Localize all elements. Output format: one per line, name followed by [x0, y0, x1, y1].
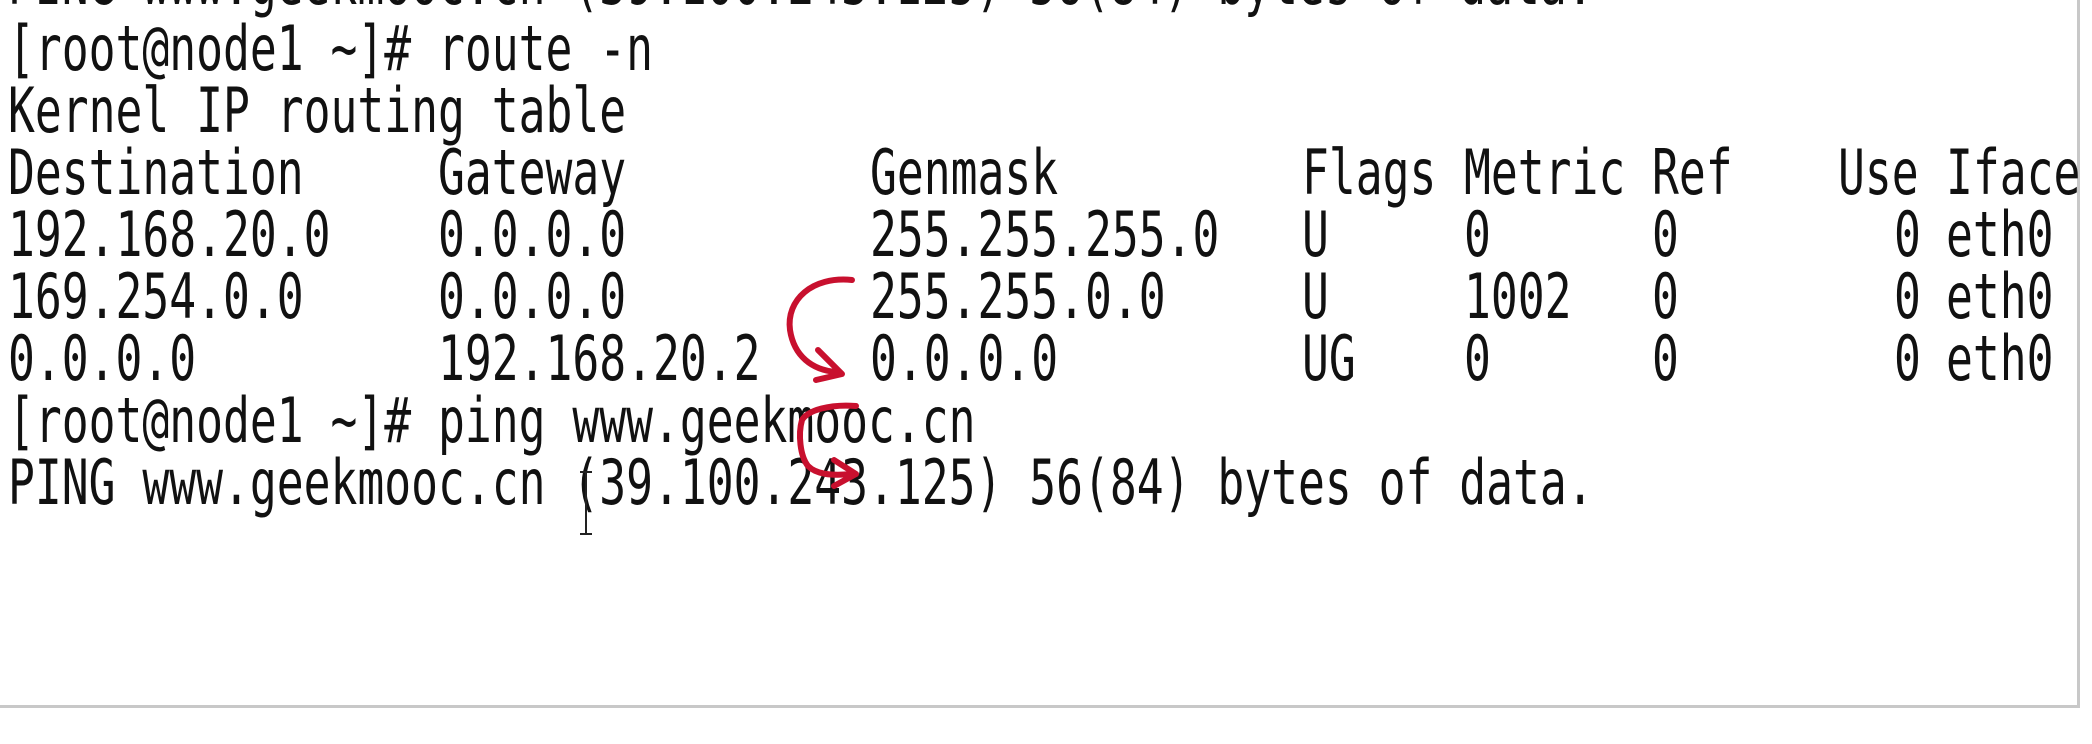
ping-output-line: PING www.geekmooc.cn (39.100.243.125) 56… [8, 446, 1594, 519]
header-genmask: Genmask [870, 136, 1059, 209]
route-command-prompt: [root@node1 ~]# route -n [8, 12, 654, 85]
route-iface: eth0 [1946, 260, 2054, 333]
route-flags: UG [1302, 322, 1356, 395]
route-genmask: 255.255.0.0 [870, 260, 1166, 333]
route-flags: U [1302, 260, 1329, 333]
routing-table-title: Kernel IP routing table [8, 74, 627, 147]
header-metric: Metric [1464, 136, 1626, 209]
header-use: Use [1838, 136, 1919, 209]
route-flags: U [1302, 198, 1329, 271]
header-ref: Ref [1652, 136, 1733, 209]
route-metric: 1002 [1464, 260, 1572, 333]
route-gateway: 192.168.20.2 [438, 322, 761, 395]
route-use: 0 [1894, 198, 1921, 271]
header-flags: Flags [1302, 136, 1437, 209]
route-ref: 0 [1652, 198, 1679, 271]
header-iface: Iface [1946, 136, 2081, 209]
route-ref: 0 [1652, 322, 1679, 395]
route-iface: eth0 [1946, 198, 2054, 271]
route-gateway: 0.0.0.0 [438, 198, 627, 271]
route-use: 0 [1894, 260, 1921, 333]
header-destination: Destination [8, 136, 304, 209]
header-gateway: Gateway [438, 136, 627, 209]
ping-command-prompt: [root@node1 ~]# ping www.geekmooc.cn [8, 384, 976, 457]
route-genmask: 255.255.255.0 [870, 198, 1220, 271]
route-metric: 0 [1464, 322, 1491, 395]
route-gateway: 0.0.0.0 [438, 260, 627, 333]
route-destination: 0.0.0.0 [8, 322, 197, 395]
route-destination: 169.254.0.0 [8, 260, 304, 333]
terminal-window[interactable]: PING www.geekmooc.cn (39.100.243.125) 56… [0, 0, 2092, 744]
route-genmask: 0.0.0.0 [870, 322, 1059, 395]
route-ref: 0 [1652, 260, 1679, 333]
route-use: 0 [1894, 322, 1921, 395]
route-metric: 0 [1464, 198, 1491, 271]
route-iface: eth0 [1946, 322, 2054, 395]
route-destination: 192.168.20.0 [8, 198, 331, 271]
